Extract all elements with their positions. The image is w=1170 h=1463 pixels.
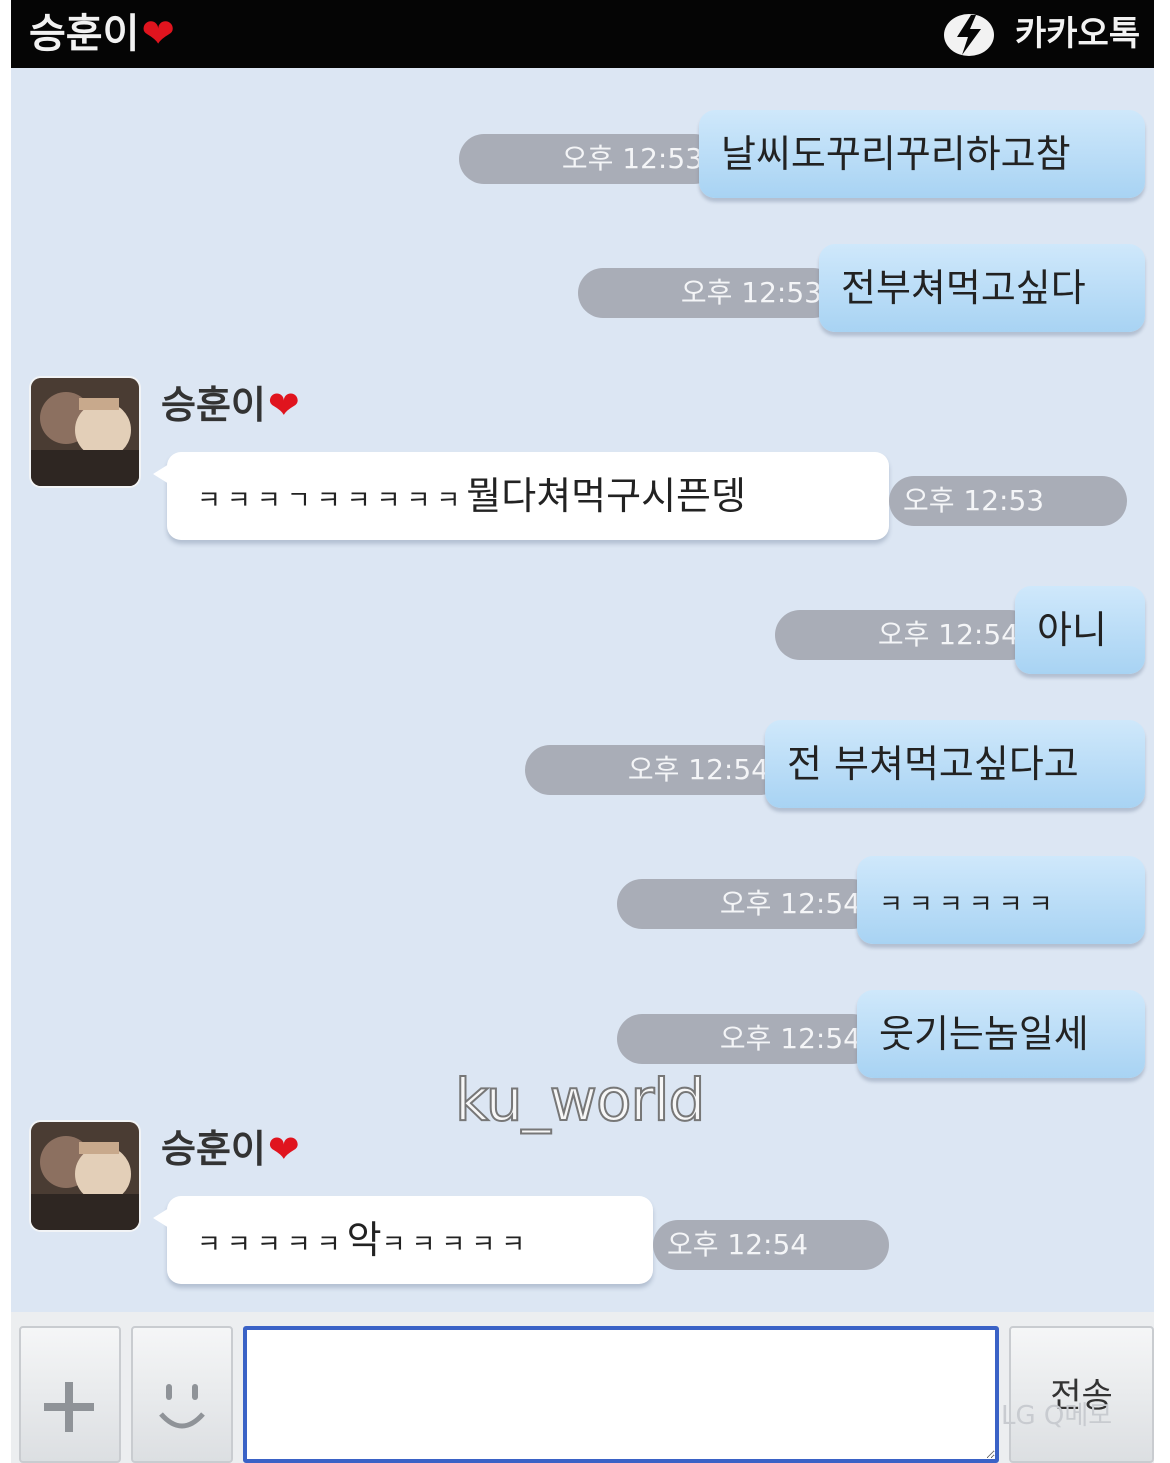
title-bar: 승훈이❤ 카카오톡 <box>11 0 1154 68</box>
message-bubble-out[interactable]: 전 부쳐먹고싶다고 <box>765 720 1145 808</box>
message-text: 날씨도꾸리꾸리하고참 <box>721 132 1071 176</box>
message-time: 오후 12:53 <box>459 134 719 184</box>
brand-mark: LG Q메모 <box>1001 1401 1113 1431</box>
message-bubble-in[interactable]: ㅋㅋㅋㅋㅋ악ㅋㅋㅋㅋㅋ <box>153 1196 653 1284</box>
message-time: 오후 12:53 <box>889 476 1127 526</box>
message-bubble-out[interactable]: 웃기는놈일세 <box>857 990 1145 1078</box>
message-time: 오후 12:54 <box>525 745 785 795</box>
message-bubble-out[interactable]: 전부쳐먹고싶다 <box>819 244 1145 332</box>
message-bubble-out[interactable]: ㅋㅋㅋㅋㅋㅋ <box>857 856 1145 944</box>
app-name: 카카오톡 <box>1015 14 1141 54</box>
message-bubble-out[interactable]: 날씨도꾸리꾸리하고참 <box>699 110 1145 198</box>
avatar[interactable] <box>31 378 139 486</box>
profile-photo <box>31 378 139 486</box>
message-text: 악 <box>346 1218 382 1262</box>
message-text-laugh: ㅋㅋㅋㅋㅋ <box>381 1230 532 1260</box>
attach-button[interactable] <box>19 1326 121 1463</box>
message-time: 오후 12:54 <box>775 610 1035 660</box>
message-time: 오후 12:54 <box>653 1220 889 1270</box>
heart-icon: ❤ <box>267 383 300 427</box>
sender-name: 승훈이❤ <box>161 383 300 427</box>
message-text-laugh: ㅋㅋㅋㄱㅋㅋㅋㅋㅋ <box>197 486 467 516</box>
message-bubble-out[interactable]: 아니 <box>1015 586 1145 674</box>
message-text: 전 부쳐먹고싶다고 <box>787 742 1079 786</box>
profile-photo <box>31 1122 139 1230</box>
message-time: 오후 12:53 <box>578 268 838 318</box>
watermark: ku_world <box>454 1065 706 1135</box>
message-text: ㅋㅋㅋㅋㅋㅋ <box>879 890 1059 920</box>
sender-name: 승훈이❤ <box>161 1127 300 1171</box>
smile-icon <box>159 1384 205 1429</box>
avatar[interactable] <box>31 1122 139 1230</box>
heart-icon: ❤ <box>141 11 175 57</box>
plus-icon <box>44 1382 94 1432</box>
emoticon-button[interactable] <box>131 1326 233 1463</box>
input-bar: 전송 <box>11 1312 1154 1463</box>
kakao-logo-icon <box>944 14 994 56</box>
chat-title: 승훈이❤ <box>29 10 175 58</box>
message-text: 뭘다쳐먹구시픈뎅 <box>466 474 746 518</box>
message-text-laugh: ㅋㅋㅋㅋㅋ <box>197 1230 347 1260</box>
message-text: 전부쳐먹고싶다 <box>841 266 1086 310</box>
message-input[interactable] <box>243 1326 999 1463</box>
chat-screen: 승훈이❤ 카카오톡 오후 12:53 날씨도꾸리꾸리하고참 오후 12:53 전… <box>11 0 1154 1463</box>
chat-title-text: 승훈이 <box>29 11 140 57</box>
message-bubble-in[interactable]: ㅋㅋㅋㄱㅋㅋㅋㅋㅋ뭘다쳐먹구시픈뎅 <box>153 452 889 540</box>
heart-icon: ❤ <box>267 1127 300 1171</box>
message-text: 아니 <box>1037 608 1107 652</box>
message-time: 오후 12:54 <box>617 1014 877 1064</box>
message-time: 오후 12:54 <box>617 879 877 929</box>
message-text: 웃기는놈일세 <box>879 1012 1089 1056</box>
